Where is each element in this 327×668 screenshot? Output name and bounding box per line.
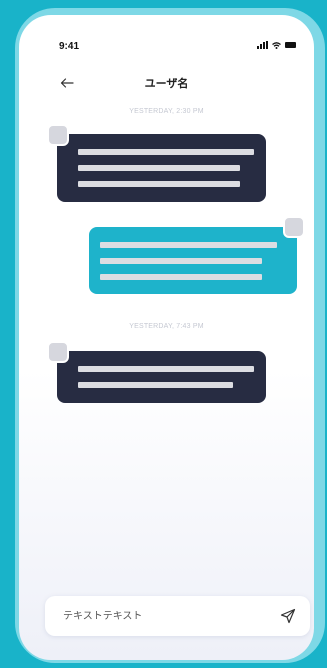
avatar <box>283 216 305 238</box>
status-time: 9:41 <box>59 41 80 52</box>
text-placeholder-line <box>78 181 240 187</box>
timestamp: YESTERDAY, 2:30 PM <box>129 108 204 115</box>
status-bar: 9:41 <box>19 15 314 55</box>
text-placeholder-line <box>78 149 254 155</box>
send-button[interactable] <box>278 606 298 626</box>
text-placeholder-line <box>100 258 262 264</box>
incoming-message-bubble <box>57 134 266 202</box>
battery-icon <box>285 42 296 48</box>
wifi-icon <box>272 41 281 49</box>
chat-screen: 9:41 ユーザ名 YESTERDAY, 2:30 PM YESTERDAY, … <box>19 15 314 660</box>
message-composer <box>45 596 310 636</box>
text-placeholder-line <box>78 382 233 388</box>
incoming-message-bubble <box>57 351 266 403</box>
timestamp: YESTERDAY, 7:43 PM <box>129 323 204 330</box>
message-input[interactable] <box>63 596 263 636</box>
avatar <box>47 341 69 363</box>
status-icons <box>257 41 296 49</box>
text-placeholder-line <box>78 165 240 171</box>
chat-title: ユーザ名 <box>144 78 189 90</box>
send-icon <box>280 608 296 624</box>
avatar <box>47 124 69 146</box>
nav-bar: ユーザ名 <box>19 71 314 95</box>
signal-icon <box>257 41 268 49</box>
text-placeholder-line <box>78 366 254 372</box>
text-placeholder-line <box>100 274 262 280</box>
text-placeholder-line <box>100 242 277 248</box>
outgoing-message-bubble <box>89 227 297 294</box>
